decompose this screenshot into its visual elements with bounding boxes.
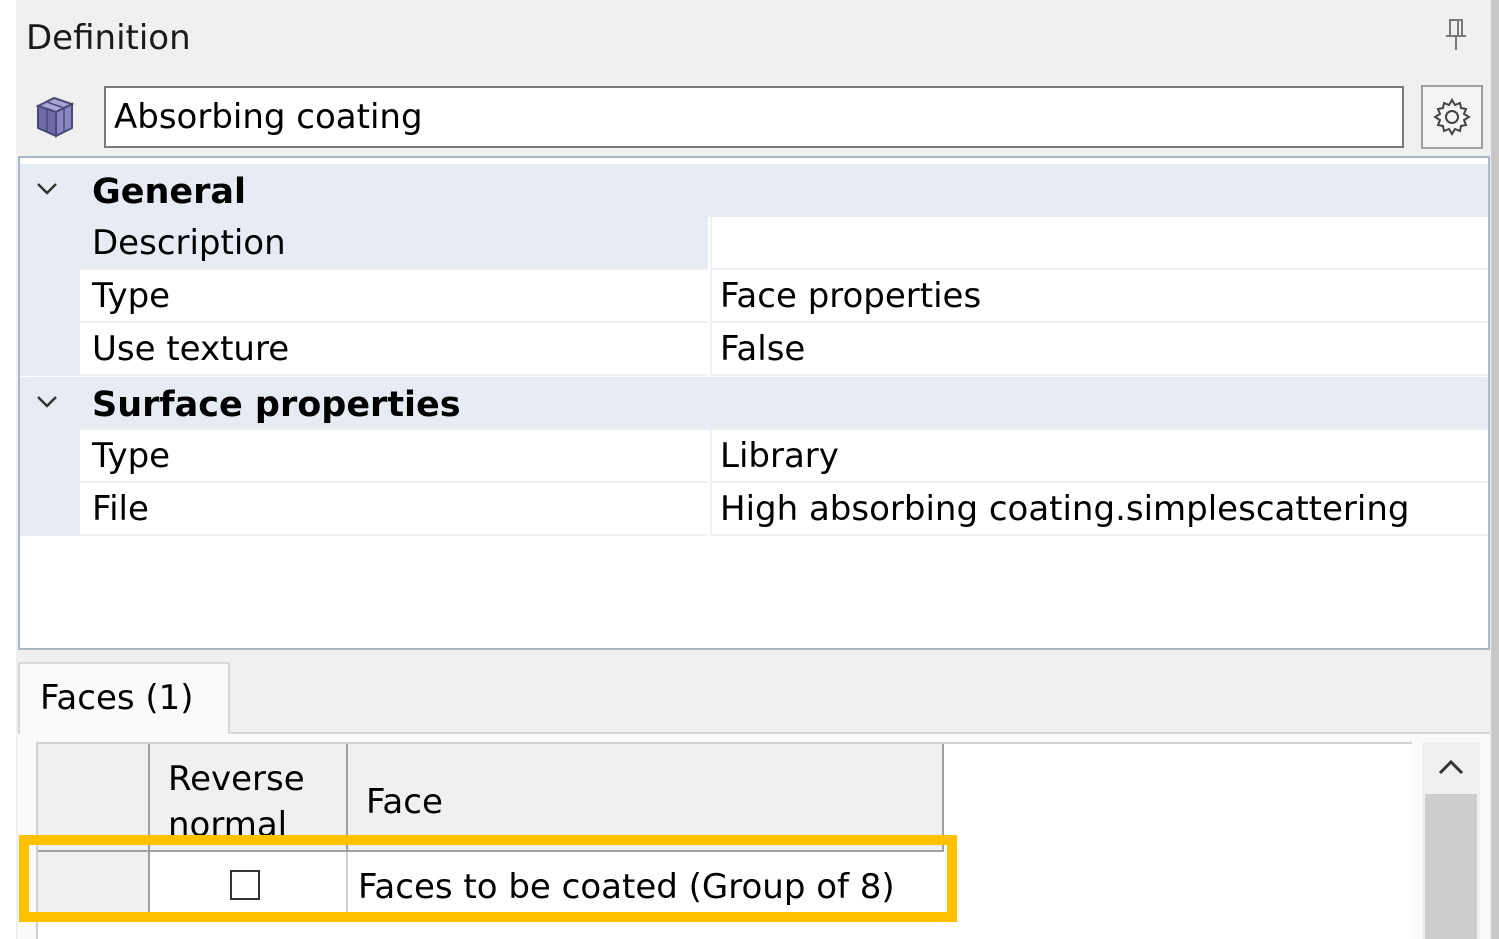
row-gutter [20,323,80,376]
category-general[interactable]: General [20,164,1488,217]
property-value[interactable]: Library [710,430,1488,483]
property-value[interactable]: High absorbing coating.simplescattering [710,483,1488,536]
category-label: Surface properties [92,385,461,425]
property-value[interactable]: False [710,323,1488,376]
row-gutter [20,217,80,270]
left-margin [0,0,16,939]
property-name: Description [80,217,708,270]
property-value[interactable]: Face properties [710,270,1488,323]
chevron-down-icon[interactable] [34,389,60,415]
category-surface-properties[interactable]: Surface properties [20,377,1488,430]
row-gutter [20,430,80,483]
row-gutter [20,270,80,323]
object-name-row: Absorbing coating [16,76,1491,156]
scroll-thumb[interactable] [1425,794,1477,939]
pin-icon[interactable] [1443,18,1469,52]
property-grid: General Description Type Face properties… [18,156,1490,650]
panel-header: Definition [16,0,1491,76]
property-row-description[interactable]: Description [20,217,1488,270]
property-row-file[interactable]: File High absorbing coating.simplescatte… [20,483,1488,536]
panel-right-border [1491,0,1499,939]
cube-icon [35,96,75,138]
vertical-scrollbar[interactable] [1422,742,1480,939]
gear-icon [1433,98,1471,136]
property-row-type[interactable]: Type Face properties [20,270,1488,323]
tab-strip [16,650,1491,732]
row-gutter [20,483,80,536]
tab-faces[interactable]: Faces (1) [18,662,230,734]
settings-button[interactable] [1421,85,1483,149]
property-name: Type [80,430,708,483]
property-name: Use texture [80,323,708,376]
chevron-down-icon[interactable] [34,176,60,202]
object-name-field[interactable]: Absorbing coating [104,86,1404,148]
chevron-up-icon [1438,759,1464,775]
property-row-use-texture[interactable]: Use texture False [20,323,1488,376]
property-name: Type [80,270,708,323]
scroll-up-button[interactable] [1422,742,1480,792]
property-name: File [80,483,708,536]
property-row-surface-type[interactable]: Type Library [20,430,1488,483]
panel-title: Definition [26,18,191,58]
highlight-box [19,835,957,922]
category-label: General [92,172,246,212]
property-value[interactable] [710,217,1488,270]
